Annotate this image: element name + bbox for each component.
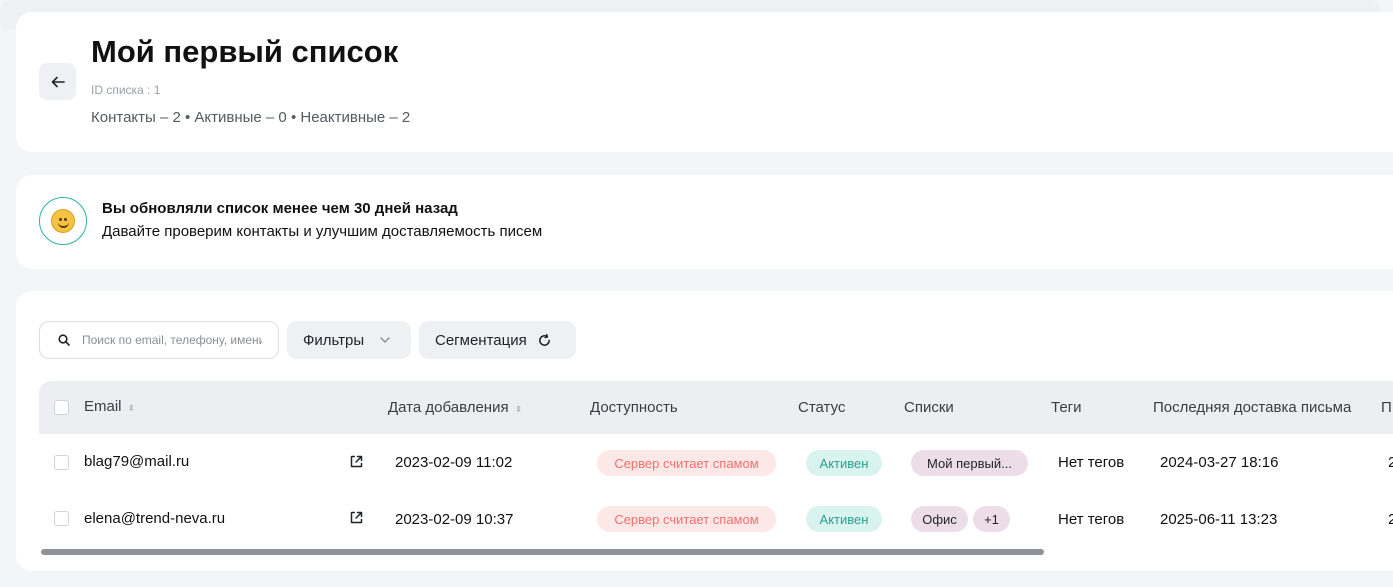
- list-header-card: Мой первый список ID списка : 1 Контакты…: [16, 12, 1393, 152]
- table-row[interactable]: elena@trend-neva.ru 2023-02-09 10:37 Сер…: [39, 490, 1393, 546]
- column-next: П: [1381, 399, 1392, 416]
- availability-badge: Сервер считает спамом: [597, 450, 776, 476]
- status-badge: Активен: [806, 506, 882, 532]
- select-all-checkbox[interactable]: [54, 400, 69, 415]
- smile-icon: [39, 197, 87, 245]
- row-tags: Нет тегов: [1058, 454, 1125, 471]
- external-link-icon[interactable]: [350, 511, 363, 524]
- list-badge[interactable]: Офис: [911, 506, 968, 532]
- filters-button[interactable]: Фильтры: [287, 321, 411, 359]
- search-box[interactable]: [39, 321, 279, 359]
- contacts-table-card: Фильтры Сегментация Email⬍ Дата добавлен…: [16, 291, 1393, 571]
- refresh-icon: [538, 333, 550, 346]
- search-input[interactable]: [82, 333, 262, 347]
- column-last-delivery: Последняя доставка письма: [1153, 399, 1352, 416]
- chevron-down-icon: [380, 337, 390, 343]
- sort-icon[interactable]: ⬍: [515, 404, 523, 414]
- segmentation-button[interactable]: Сегментация: [419, 321, 576, 359]
- column-date-added[interactable]: Дата добавления ⬍: [388, 399, 522, 416]
- row-email[interactable]: blag79@mail.ru: [84, 453, 189, 470]
- row-date-added: 2023-02-09 10:37: [395, 511, 514, 528]
- arrow-left-icon: [51, 76, 65, 87]
- row-checkbox[interactable]: [54, 511, 69, 526]
- row-next: 2: [1388, 454, 1393, 471]
- list-badge[interactable]: Мой первый...: [911, 450, 1028, 476]
- more-lists-badge[interactable]: +1: [973, 506, 1010, 532]
- contact-stats: Контакты – 2 • Активные – 0 • Неактивные…: [91, 109, 411, 126]
- filters-label: Фильтры: [303, 331, 365, 349]
- sort-icon[interactable]: ⬍: [128, 403, 136, 413]
- column-tags: Теги: [1051, 399, 1082, 416]
- row-last-delivery: 2025-06-11 13:23: [1160, 511, 1278, 528]
- row-last-delivery: 2024-03-27 18:16: [1160, 454, 1279, 471]
- status-badge: Активен: [806, 450, 882, 476]
- row-checkbox[interactable]: [54, 455, 69, 470]
- availability-badge: Сервер считает спамом: [597, 506, 776, 532]
- search-icon: [58, 334, 70, 346]
- column-email[interactable]: Email ⬍: [84, 398, 135, 415]
- table-row[interactable]: blag79@mail.ru 2023-02-09 11:02 Сервер с…: [39, 434, 1393, 490]
- page-title: Мой первый список: [91, 34, 399, 69]
- segmentation-label: Сегментация: [435, 331, 527, 349]
- notice-text: Давайте проверим контакты и улучшим дост…: [102, 223, 543, 240]
- row-email[interactable]: elena@trend-neva.ru: [84, 510, 225, 527]
- list-id: ID списка : 1: [91, 83, 161, 97]
- row-tags: Нет тегов: [1058, 511, 1125, 528]
- notice-card: Вы обновляли список менее чем 30 дней на…: [16, 175, 1393, 269]
- back-button[interactable]: [39, 63, 76, 100]
- table-header: Email ⬍ Дата добавления ⬍ Доступность Стат…: [39, 381, 1393, 434]
- external-link-icon[interactable]: [350, 455, 363, 468]
- row-next: 2: [1388, 511, 1393, 528]
- column-availability: Доступность: [590, 399, 678, 416]
- column-lists: Списки: [904, 399, 954, 416]
- column-status: Статус: [798, 399, 846, 416]
- horizontal-scrollbar[interactable]: [41, 549, 1044, 555]
- notice-title: Вы обновляли список менее чем 30 дней на…: [102, 200, 458, 217]
- row-date-added: 2023-02-09 11:02: [395, 454, 513, 471]
